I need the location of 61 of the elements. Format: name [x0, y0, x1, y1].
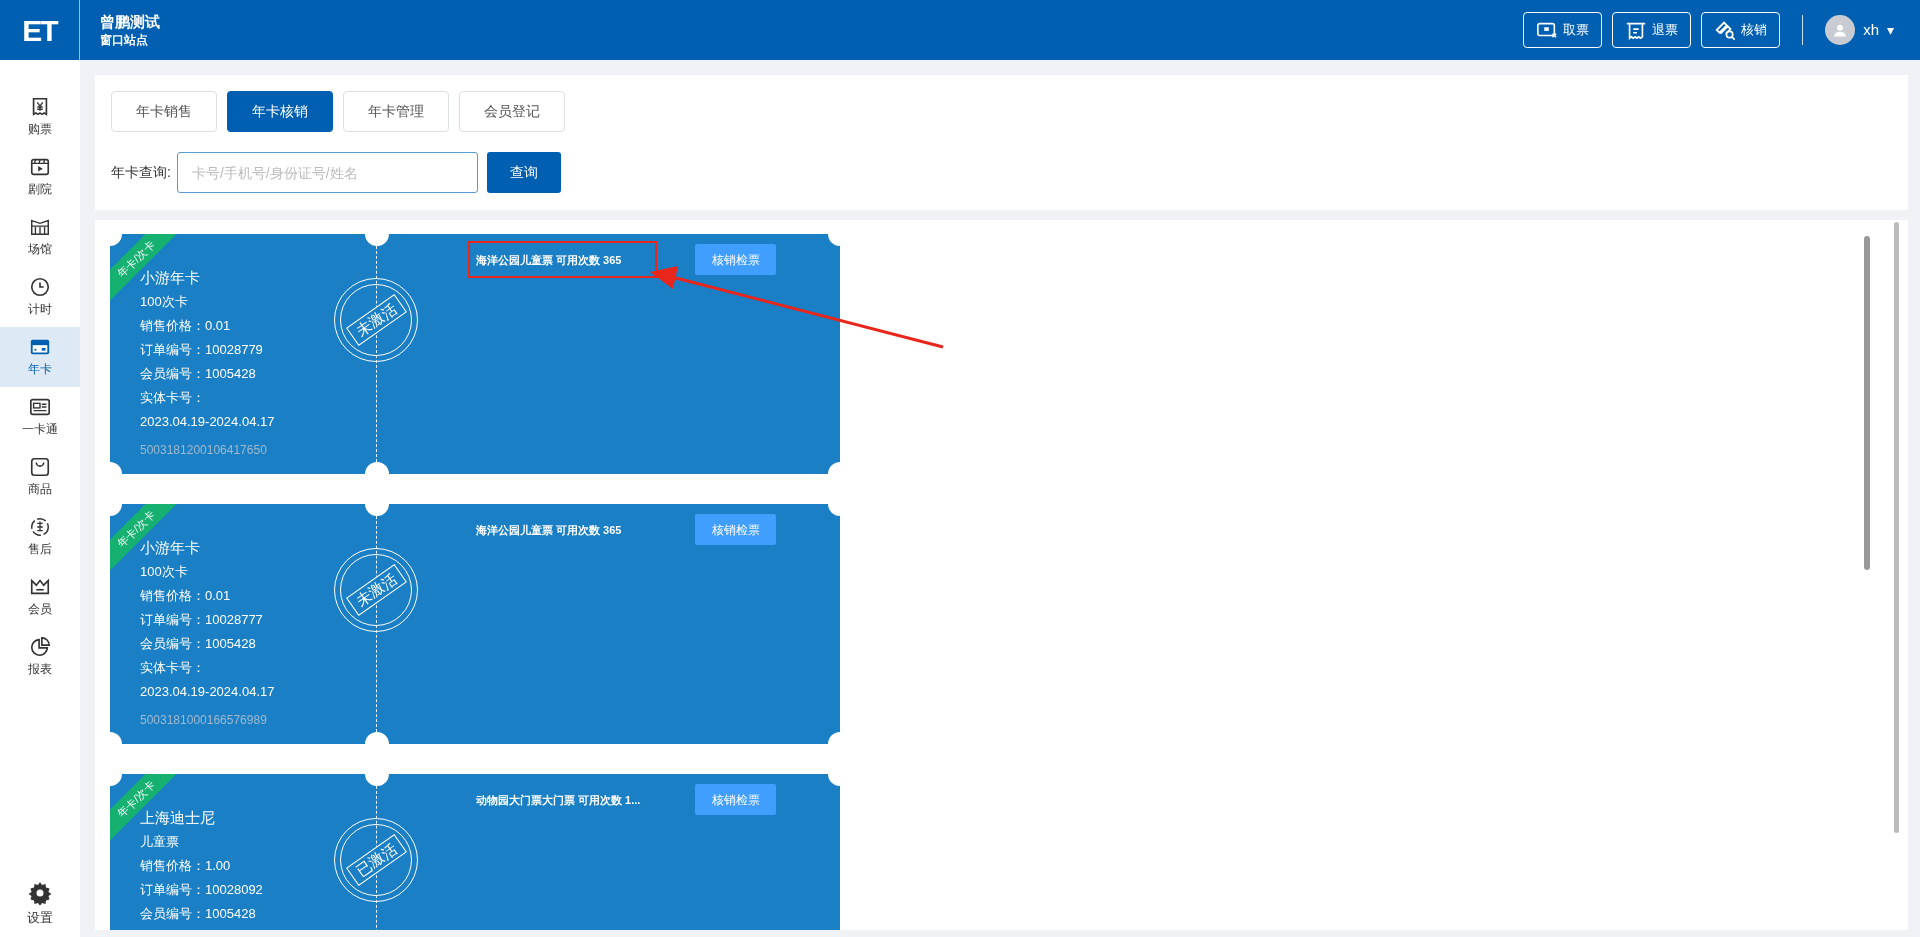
card-type: 100次卡 — [140, 563, 189, 581]
search-button[interactable]: 查询 — [486, 152, 561, 193]
card-field: 订单编号：10028092 — [140, 878, 263, 902]
tab[interactable]: 年卡管理 — [343, 91, 449, 132]
pie-chart-icon — [29, 636, 51, 658]
avatar[interactable] — [1825, 15, 1856, 45]
card-name: 上海迪士尼 — [140, 808, 216, 828]
id-card-icon — [29, 396, 51, 418]
sidebar-item[interactable]: 年卡 — [0, 327, 80, 387]
card-name: 小游年卡 — [140, 538, 201, 558]
card-field: 会员编号：1005428 — [140, 902, 263, 926]
logo: ET — [22, 12, 57, 49]
search-label: 年卡查询: — [111, 163, 171, 182]
sidebar-item[interactable]: 计时 — [0, 267, 80, 327]
sidebar-item[interactable]: 商品 — [0, 447, 80, 507]
sidebar-item[interactable]: 场馆 — [0, 207, 80, 267]
user-name[interactable]: xh — [1863, 18, 1879, 42]
sidebar-item[interactable]: 售后 — [0, 507, 80, 567]
search-field[interactable]: 卡号/手机号/身份证号/姓名 — [176, 152, 478, 193]
product-name: 海洋公园儿童票 可用次数 365 — [476, 252, 622, 268]
card-field: 销售价格：1.00 — [140, 854, 263, 878]
card-name: 小游年卡 — [140, 268, 201, 288]
scrollbar-thumb[interactable] — [1864, 236, 1870, 570]
card-field: 实体卡号： — [140, 656, 275, 680]
settings-item[interactable]: 设置 — [0, 880, 80, 927]
video-icon — [29, 156, 51, 178]
product-name: 动物园大门票大门票 可用次数 1... — [476, 792, 641, 808]
scrollbar-thumb[interactable] — [1894, 222, 1899, 833]
site-subtitle: 窗口站点 — [100, 32, 149, 48]
circle-badge-icon — [29, 516, 51, 538]
settings-icon — [28, 880, 52, 905]
bag-icon — [29, 456, 51, 478]
sidebar-item[interactable]: 一卡通 — [0, 387, 80, 447]
sidebar-item[interactable]: 报表 — [0, 627, 80, 687]
sidebar-item[interactable]: 会员 — [0, 567, 80, 627]
card-type: 儿童票 — [140, 833, 180, 851]
header-button[interactable]: 退票 — [1612, 12, 1692, 48]
tab[interactable]: 会员登记 — [459, 91, 565, 132]
site-title: 曾鹏测试 — [100, 12, 160, 32]
card-field: 2023.04.19-2024.04.17 — [140, 680, 275, 704]
clock-icon — [29, 276, 51, 298]
tab[interactable]: 年卡销售 — [111, 91, 217, 132]
card-field: 订单编号：10028777 — [140, 608, 275, 632]
card-field: 实体卡号： — [140, 386, 275, 410]
card-field: 订单编号：10028779 — [140, 338, 275, 362]
card-field: 销售价格：0.01 — [140, 314, 275, 338]
card-field: 2023.04.19-2024.04.17 — [140, 410, 275, 434]
header-button[interactable]: 核销 — [1701, 12, 1781, 48]
card-type: 100次卡 — [140, 293, 189, 311]
card-field: 会员编号：1005428 — [140, 362, 275, 386]
sidebar-item[interactable]: 购票 — [0, 87, 80, 147]
card-serial: 5003181000166576989 — [140, 712, 268, 729]
tab[interactable]: 年卡核销 — [227, 91, 333, 132]
card-field: 销售价格：0.01 — [140, 584, 275, 608]
header-button[interactable]: 取票 — [1523, 12, 1603, 48]
card-field: 会员编号：1005428 — [140, 632, 275, 656]
stamp-search-icon — [1714, 19, 1737, 41]
sidebar-item[interactable]: 剧院 — [0, 147, 80, 207]
card-serial: 5003181200106417650 — [140, 442, 268, 459]
product-name: 海洋公园儿童票 可用次数 365 — [476, 522, 622, 538]
caret-icon[interactable]: ▾ — [1887, 19, 1894, 41]
